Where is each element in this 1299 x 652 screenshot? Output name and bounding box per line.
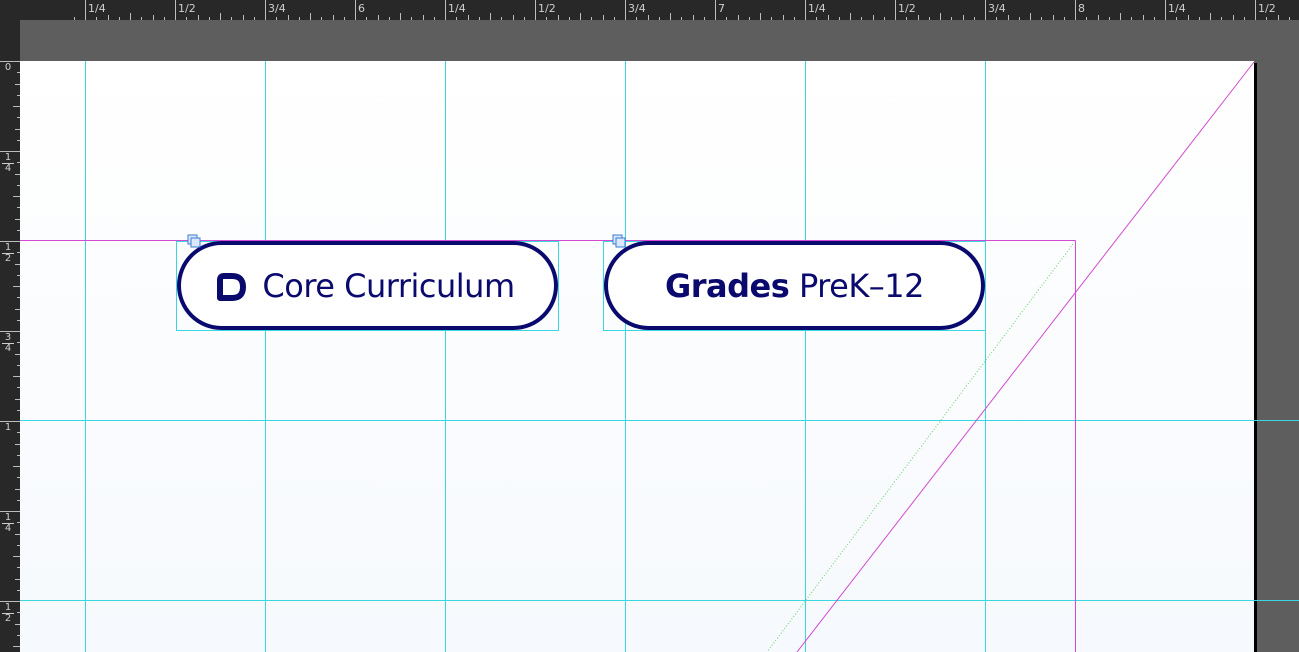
core-frame-anchor-icon[interactable] [187,234,201,248]
h-ruler-label: 1/2 [1258,2,1276,15]
v-ruler-label: 3 4 [2,333,14,354]
horizontal-ruler[interactable] [20,0,1299,20]
h-ruler-label: 3/4 [268,2,286,15]
page-shadow [1254,63,1257,652]
h-ruler-label: 1/4 [88,2,106,15]
h-ruler-label: 3/4 [628,2,646,15]
d-logo-icon [214,271,248,301]
core-curriculum-pill[interactable]: Core Curriculum [177,241,558,330]
v-ruler-den: 4 [4,523,12,534]
grades-frame-anchor-icon[interactable] [612,234,626,248]
document-page[interactable] [20,61,1254,652]
h-ruler-label: 1/2 [178,2,196,15]
grades-bold-word: Grades [664,266,790,305]
v-ruler-den: 4 [4,163,12,174]
v-ruler-label: 1 [2,423,14,433]
h-ruler-label: 8 [1078,2,1085,15]
h-ruler-label: 1/2 [538,2,556,15]
grades-label: Grades PreK–12 [664,266,925,305]
v-ruler-label: 1 2 [2,243,14,264]
v-ruler-den: 4 [4,343,12,354]
v-ruler-num: 1 [4,422,12,433]
ruler-origin[interactable] [0,0,20,20]
h-ruler-label: 1/4 [808,2,826,15]
h-ruler-label: 1/4 [1168,2,1186,15]
v-ruler-den: 2 [4,253,12,264]
v-ruler-label: 1 4 [2,153,14,174]
v-ruler-label: 0 [2,63,14,73]
v-ruler-num: 0 [4,62,12,73]
v-ruler-den: 2 [4,613,12,624]
h-ruler-label: 6 [358,2,365,15]
h-ruler-label: 3/4 [988,2,1006,15]
grades-range: PreK–12 [789,266,925,305]
h-ruler-label: 1/2 [898,2,916,15]
v-ruler-label: 1 2 [2,603,14,624]
core-curriculum-label: Core Curriculum [262,266,515,305]
grades-pill[interactable]: Grades PreK–12 [604,241,985,330]
h-ruler-label: 7 [718,2,725,15]
h-ruler-label: 1/4 [448,2,466,15]
v-ruler-label: 1 4 [2,513,14,534]
